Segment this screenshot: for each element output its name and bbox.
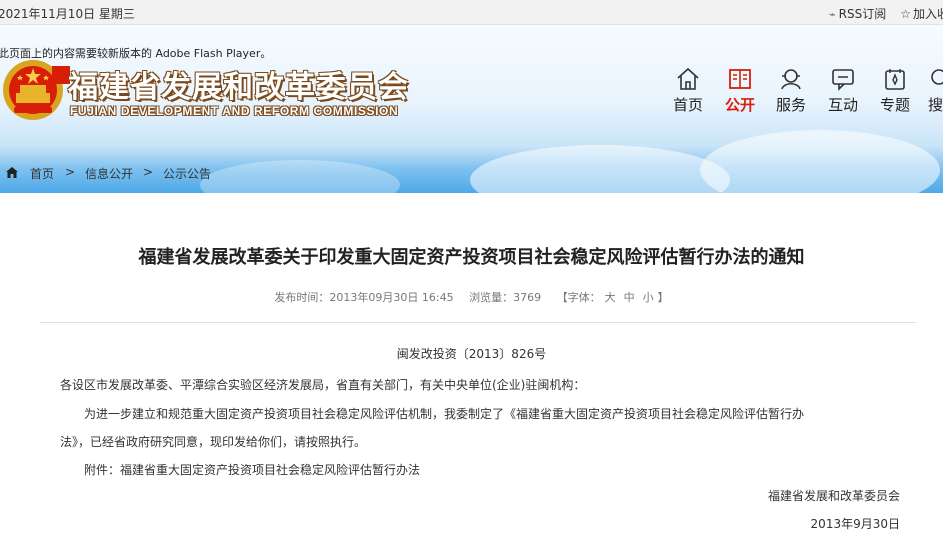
paragraph-line-2: 法》，已经省政府研究同意，现印发给你们，请按照执行。 bbox=[60, 435, 367, 449]
nav-topic-label: 专题 bbox=[879, 96, 910, 114]
nav-topic[interactable]: 专题 bbox=[877, 66, 913, 116]
publish-time-value: 2013年09月30日 16:45 bbox=[329, 291, 454, 304]
font-size-close: 】 bbox=[657, 291, 669, 304]
paragraph-line-1: 为进一步建立和规范重大固定资产投资项目社会稳定风险评估机制，我委制定了《福建省重… bbox=[84, 407, 805, 421]
salutation: 各设区市发展改革委、平潭综合实验区经济发展局，省直有关部门，有关中央单位(企业)… bbox=[60, 378, 586, 392]
nav-home[interactable]: 首页 bbox=[670, 66, 706, 116]
banner-cloud bbox=[200, 160, 400, 193]
star-icon: ☆ bbox=[900, 7, 911, 21]
sign-date: 2013年9月30日 bbox=[810, 517, 900, 531]
search-icon bbox=[931, 69, 943, 85]
breadcrumb-item-notice: 公示公告 bbox=[163, 167, 212, 181]
breadcrumb-home-icon bbox=[6, 167, 18, 178]
nav-public[interactable]: 公开 bbox=[722, 66, 758, 116]
breadcrumb-item-info[interactable]: 信息公开 bbox=[85, 165, 133, 182]
view-count-label: 浏览量： bbox=[469, 291, 514, 304]
nav-search-label: 搜 bbox=[928, 96, 943, 114]
nav-service[interactable]: 服务 bbox=[773, 66, 809, 116]
view-count-value: 3769 bbox=[513, 291, 542, 304]
rss-icon: ⌁ bbox=[829, 8, 836, 21]
divider bbox=[40, 322, 916, 323]
font-small-button[interactable]: 小 bbox=[643, 291, 654, 304]
topic-icon bbox=[885, 69, 905, 90]
doc-number: 闽发改投资〔2013〕826号 bbox=[396, 347, 547, 361]
nav-search[interactable]: 搜 bbox=[928, 66, 943, 116]
site-title[interactable]: 福建省发展和改革委员会 bbox=[68, 62, 409, 106]
signature: 福建省发展和改革委员会 bbox=[767, 489, 900, 503]
nav-home-label: 首页 bbox=[672, 96, 703, 114]
breadcrumb-separator: > bbox=[65, 165, 76, 179]
current-date: 2021年11月10日 星期三 bbox=[0, 7, 135, 21]
view-count: 浏览量：3769 bbox=[469, 291, 541, 304]
attachment-link[interactable]: 附件：福建省重大固定资产投资项目社会稳定风险评估暂行办法 bbox=[84, 461, 420, 478]
top-bar: 2021年11月10日 星期三 ⌁ RSS订阅 ☆ 加入收 bbox=[0, 0, 943, 25]
font-size-label: 【字体： bbox=[556, 291, 601, 304]
nav-interact[interactable]: 互动 bbox=[825, 66, 861, 116]
bookmark-link[interactable]: 加入收 bbox=[913, 5, 943, 22]
article-meta: 发布时间：2013年09月30日 16:45 浏览量：3769 【字体： 大中小】 bbox=[0, 289, 943, 305]
service-icon bbox=[781, 69, 801, 90]
home-icon bbox=[677, 67, 699, 90]
article-title: 福建省发展改革委关于印发重大固定资产投资项目社会稳定风险评估暂行办法的通知 bbox=[138, 247, 805, 268]
nav-interact-label: 互动 bbox=[827, 96, 858, 114]
rss-link[interactable]: RSS订阅 bbox=[839, 5, 887, 22]
breadcrumb-separator: > bbox=[143, 165, 154, 179]
nav-public-label: 公开 bbox=[724, 96, 755, 114]
nav-service-label: 服务 bbox=[775, 96, 806, 114]
publish-time: 发布时间：2013年09月30日 16:45 bbox=[274, 291, 453, 304]
publish-time-label: 发布时间： bbox=[274, 291, 330, 304]
site-title-en: FUJIAN DEVELOPMENT AND REFORM COMMISSION bbox=[70, 104, 399, 118]
breadcrumb-item-home[interactable]: 首页 bbox=[30, 165, 54, 182]
top-bar-links: ⌁ RSS订阅 ☆ 加入收 bbox=[829, 5, 943, 22]
font-size-control: 【字体： 大中小】 bbox=[557, 291, 669, 304]
font-large-button[interactable]: 大 bbox=[605, 291, 616, 304]
banner-cloud bbox=[470, 145, 730, 193]
chat-icon bbox=[832, 69, 854, 91]
font-medium-button[interactable]: 中 bbox=[624, 291, 635, 304]
book-icon bbox=[729, 69, 751, 89]
banner-cloud bbox=[700, 130, 940, 193]
